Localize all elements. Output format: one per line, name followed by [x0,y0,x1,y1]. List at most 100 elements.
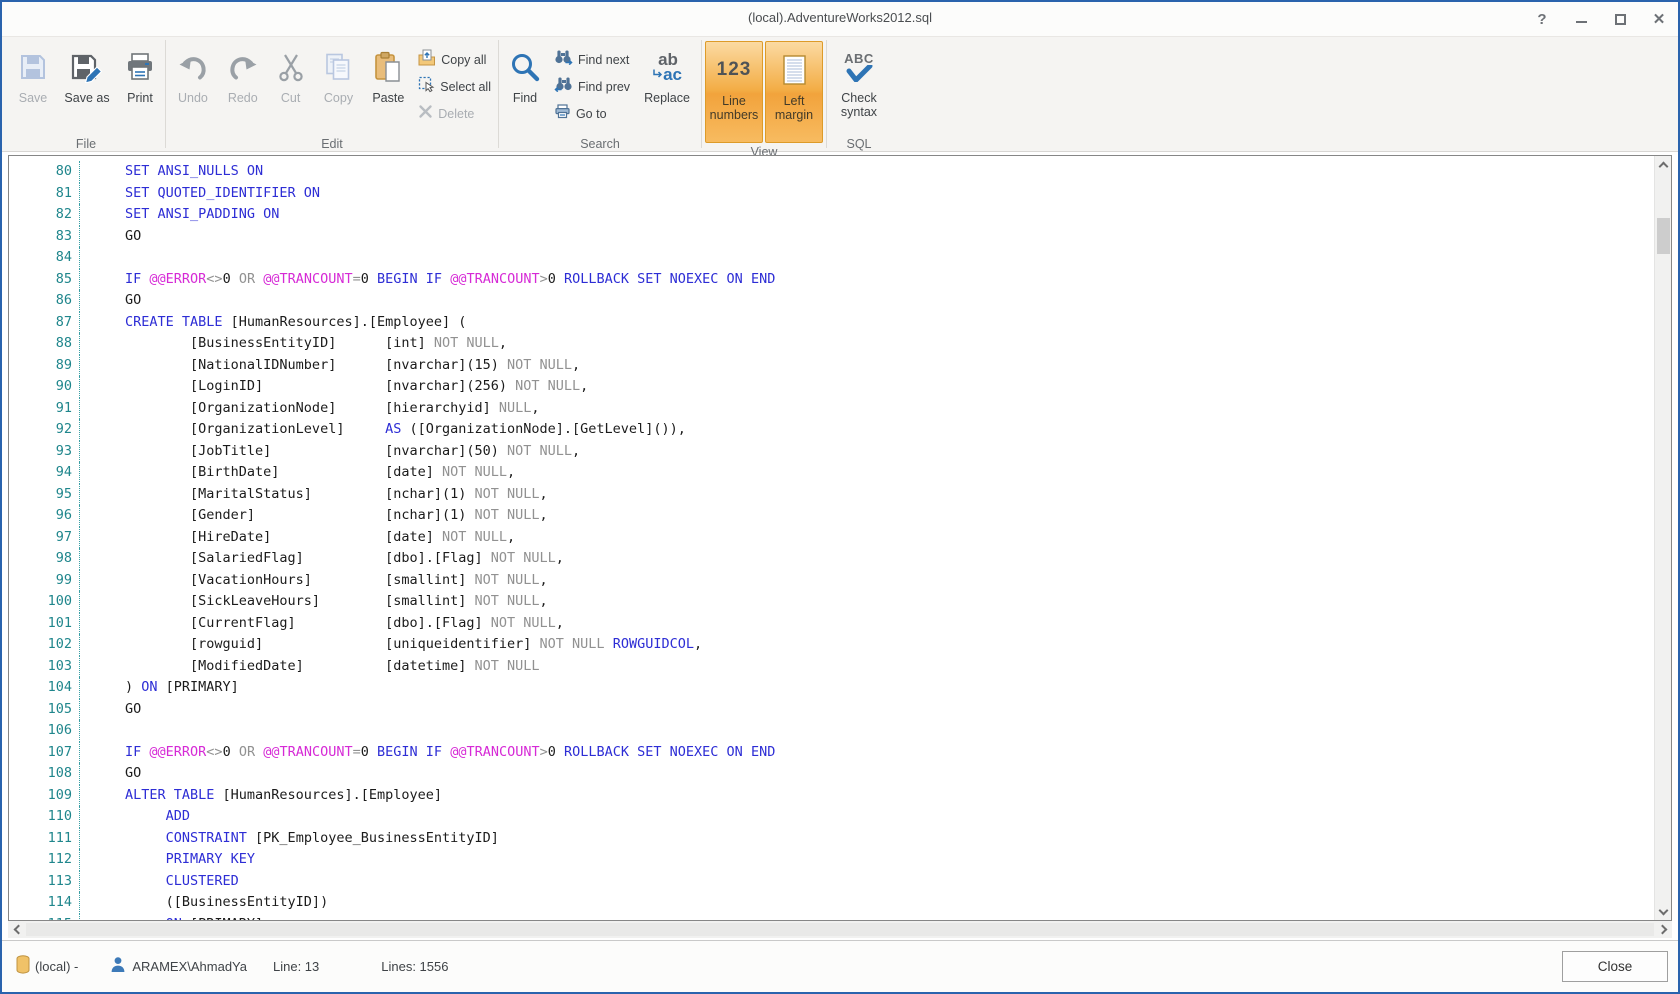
replace-icon: ab ac [652,47,682,87]
toolbar-group-edit: Undo Redo Cut [167,37,497,151]
line-number: 85 [9,269,80,291]
code-text: CREATE TABLE [HumanResources].[Employee]… [80,312,1654,334]
code-line: 109ALTER TABLE [HumanResources].[Employe… [9,785,1654,807]
find-prev-button[interactable]: Find prev [550,74,634,99]
save-as-label: Save as [64,91,109,105]
scroll-right-arrow-icon[interactable] [1655,921,1672,938]
select-all-button[interactable]: Select all [414,74,495,99]
line-number: 114 [9,892,80,914]
horizontal-scrollbar[interactable] [8,921,1672,938]
replace-label: Replace [644,91,690,105]
line-numbers-label: Line numbers [706,94,762,122]
check-syntax-label: Check syntax [830,91,888,119]
title-bar: (local).AdventureWorks2012.sql ? ✕ [2,2,1678,36]
database-icon [16,955,30,979]
code-line: 80SET ANSI_NULLS ON [9,161,1654,183]
line-number: 89 [9,355,80,377]
code-text: [ModifiedDate] [datetime] NOT NULL [80,656,1654,678]
paste-button[interactable]: Paste [364,41,412,135]
cut-icon [276,47,306,87]
line-number: 113 [9,871,80,893]
line-number: 86 [9,290,80,312]
group-label-file: File [10,135,162,154]
go-to-label: Go to [576,107,607,121]
line-number: 107 [9,742,80,764]
print-label: Print [127,91,153,105]
vertical-scrollbar-thumb[interactable] [1657,218,1670,254]
code-line: 91 [OrganizationNode] [hierarchyid] NULL… [9,398,1654,420]
group-separator [498,40,499,148]
go-to-icon [554,104,571,124]
line-number: 90 [9,376,80,398]
save-label: Save [19,91,48,105]
line-number: 110 [9,806,80,828]
code-line: 82SET ANSI_PADDING ON [9,204,1654,226]
code-text: ([BusinessEntityID]) [80,892,1654,914]
total-lines-label: Lines: 1556 [381,959,448,974]
code-text: SET ANSI_PADDING ON [80,204,1654,226]
group-label-search: Search [502,135,698,154]
save-as-button[interactable]: Save as [58,41,116,135]
delete-label: Delete [438,107,474,121]
find-button[interactable]: Find [502,41,548,135]
vertical-scrollbar[interactable] [1654,156,1671,920]
code-text [80,720,1654,742]
line-number: 104 [9,677,80,699]
code-line: 103 [ModifiedDate] [datetime] NOT NULL [9,656,1654,678]
code-text: GO [80,763,1654,785]
toolbar-group-view: 123 Line numbers Left margin View [703,37,825,151]
toolbar-group-file: Save Save as Print File [8,37,164,151]
copy-all-label: Copy all [441,53,486,67]
code-line: 84 [9,247,1654,269]
group-label-sql: SQL [830,135,888,154]
line-number: 105 [9,699,80,721]
close-icon[interactable]: ✕ [1650,10,1668,28]
undo-button: Undo [169,41,217,135]
code-line: 94 [BirthDate] [date] NOT NULL, [9,462,1654,484]
scroll-left-arrow-icon[interactable] [8,921,25,938]
save-button: Save [10,41,56,135]
code-line: 92 [OrganizationLevel] AS ([Organization… [9,419,1654,441]
code-text: PRIMARY KEY [80,849,1654,871]
line-number: 82 [9,204,80,226]
line-number: 112 [9,849,80,871]
code-line: 111 CONSTRAINT [PK_Employee_BusinessEnti… [9,828,1654,850]
help-icon[interactable]: ? [1533,10,1551,28]
code-lines[interactable]: 80SET ANSI_NULLS ON81SET QUOTED_IDENTIFI… [9,156,1654,920]
maximize-icon[interactable] [1611,10,1629,28]
close-button[interactable]: Close [1562,951,1668,982]
horizontal-scrollbar-thumb[interactable] [26,923,1654,936]
code-text: [BirthDate] [date] NOT NULL, [80,462,1654,484]
line-number: 106 [9,720,80,742]
find-next-button[interactable]: Find next [550,47,634,72]
copy-all-button[interactable]: Copy all [414,47,495,72]
code-text: ALTER TABLE [HumanResources].[Employee] [80,785,1654,807]
code-text: [rowguid] [uniqueidentifier] NOT NULL RO… [80,634,1654,656]
line-number: 96 [9,505,80,527]
select-all-icon [418,76,435,98]
window-controls: ? ✕ [1533,2,1668,36]
window-title: (local).AdventureWorks2012.sql [2,10,1678,25]
line-numbers-toggle[interactable]: 123 Line numbers [705,41,763,143]
code-line: 99 [VacationHours] [smallint] NOT NULL, [9,570,1654,592]
line-number: 92 [9,419,80,441]
code-text: [VacationHours] [smallint] NOT NULL, [80,570,1654,592]
go-to-button[interactable]: Go to [550,101,634,126]
scroll-up-arrow-icon[interactable] [1655,156,1672,173]
check-syntax-button[interactable]: ABC Check syntax [830,41,888,135]
code-text: SET QUOTED_IDENTIFIER ON [80,183,1654,205]
line-number: 100 [9,591,80,613]
scroll-down-arrow-icon[interactable] [1655,903,1672,920]
line-number: 101 [9,613,80,635]
minimize-icon[interactable] [1572,10,1590,28]
user-label: ARAMEX\AhmadYa [132,959,247,974]
left-margin-toggle[interactable]: Left margin [765,41,823,143]
print-icon [124,47,156,87]
replace-button[interactable]: ab ac Replace [636,41,698,135]
line-number: 84 [9,247,80,269]
code-line: 106 [9,720,1654,742]
line-number: 95 [9,484,80,506]
code-line: 98 [SalariedFlag] [dbo].[Flag] NOT NULL, [9,548,1654,570]
print-button[interactable]: Print [118,41,162,135]
line-number: 87 [9,312,80,334]
